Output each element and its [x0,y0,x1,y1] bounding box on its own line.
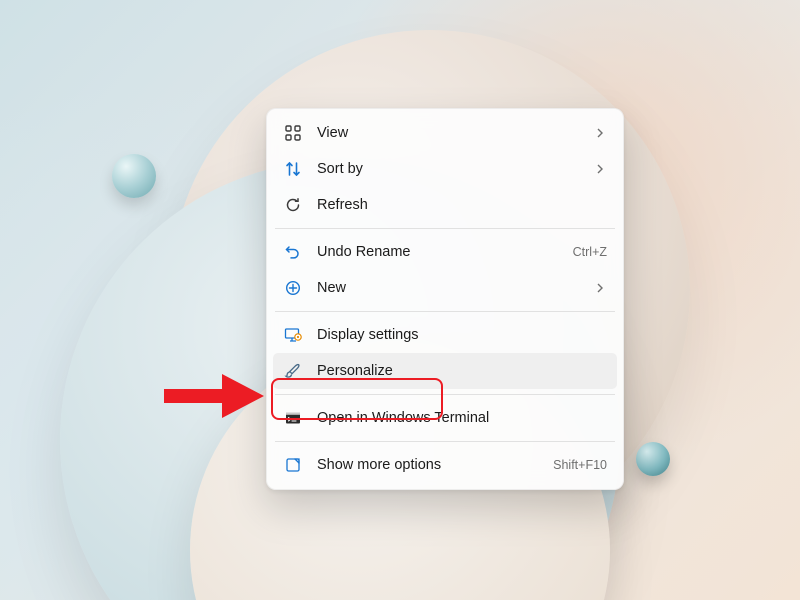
menu-separator [275,394,615,395]
desktop-context-menu: View Sort by Refresh [266,108,624,490]
chevron-right-icon [593,162,607,176]
menu-item-shortcut: Shift+F10 [553,458,607,472]
terminal-icon [283,408,303,428]
menu-item-label: Open in Windows Terminal [317,410,607,426]
grid-icon [283,123,303,143]
sort-icon [283,159,303,179]
undo-icon [283,242,303,262]
display-settings-icon [283,325,303,345]
chevron-right-icon [593,281,607,295]
plus-circle-icon [283,278,303,298]
menu-item-label: View [317,125,579,141]
menu-item-label: Sort by [317,161,579,177]
menu-item-display-settings[interactable]: Display settings [273,317,617,353]
menu-item-refresh[interactable]: Refresh [273,187,617,223]
menu-item-sort-by[interactable]: Sort by [273,151,617,187]
more-options-icon [283,455,303,475]
wallpaper-sphere [636,442,670,476]
chevron-right-icon [593,126,607,140]
menu-item-view[interactable]: View [273,115,617,151]
menu-item-label: Undo Rename [317,244,559,260]
menu-item-label: Personalize [317,363,607,379]
menu-item-label: Show more options [317,457,539,473]
menu-separator [275,311,615,312]
menu-item-personalize[interactable]: Personalize [273,353,617,389]
menu-item-label: New [317,280,579,296]
menu-item-label: Refresh [317,197,607,213]
menu-item-new[interactable]: New [273,270,617,306]
menu-separator [275,441,615,442]
menu-item-open-terminal[interactable]: Open in Windows Terminal [273,400,617,436]
menu-item-show-more-options[interactable]: Show more options Shift+F10 [273,447,617,483]
menu-separator [275,228,615,229]
paint-brush-icon [283,361,303,381]
menu-item-undo-rename[interactable]: Undo Rename Ctrl+Z [273,234,617,270]
desktop-wallpaper[interactable]: View Sort by Refresh [0,0,800,600]
wallpaper-sphere [112,154,156,198]
refresh-icon [283,195,303,215]
menu-item-label: Display settings [317,327,607,343]
menu-item-shortcut: Ctrl+Z [573,245,607,259]
